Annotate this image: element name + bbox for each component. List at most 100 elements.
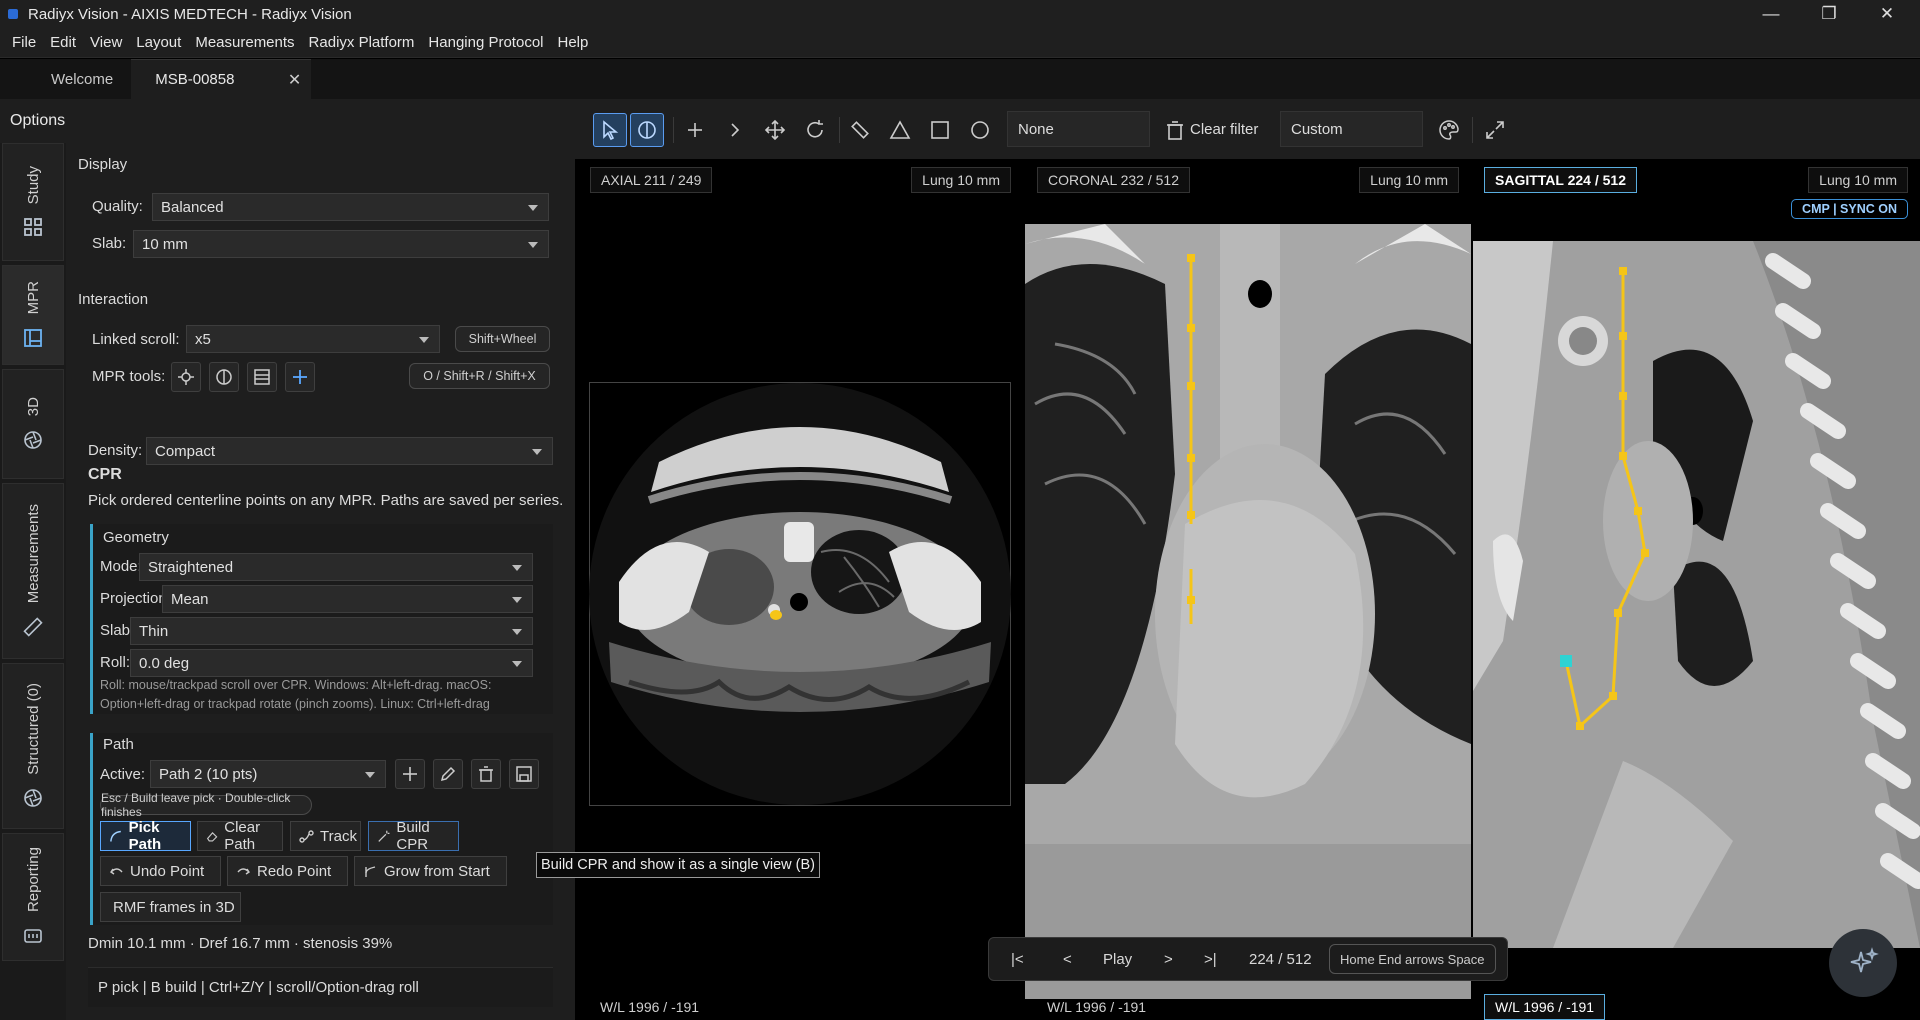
menu-measurements[interactable]: Measurements	[195, 34, 294, 51]
ai-assistant-button[interactable]	[1829, 929, 1897, 997]
slab-tool-button[interactable]	[247, 362, 277, 392]
trash-icon	[479, 766, 493, 782]
coronal-label: CORONAL 232 / 512	[1037, 167, 1190, 193]
rail-tab-mpr[interactable]: MPR	[2, 265, 64, 365]
grow-from-start-button[interactable]: Grow from Start	[354, 856, 507, 886]
rmf-frames-button[interactable]: RMF frames in 3D	[100, 892, 241, 922]
projection-label: Projection:	[100, 590, 171, 607]
next-frame-button[interactable]: >	[1164, 951, 1173, 968]
coronal-window: Lung 10 mm	[1359, 167, 1459, 193]
build-cpr-button[interactable]: Build CPR	[368, 819, 459, 853]
crosshair-tool[interactable]	[678, 113, 712, 147]
path-hint: Esc / Build leave pick · Double-click fi…	[100, 791, 312, 819]
first-frame-button[interactable]: |<	[1011, 951, 1024, 968]
crosshair-icon	[178, 369, 194, 385]
menu-view[interactable]: View	[90, 34, 122, 51]
sagittal-view[interactable]: SAGITTAL 224 / 512 Lung 10 mm CMP | SYNC…	[1473, 159, 1920, 1020]
linked-scroll-select[interactable]: x5	[186, 325, 440, 353]
menu-help[interactable]: Help	[558, 34, 589, 51]
clear-path-button[interactable]: Clear Path	[197, 819, 283, 853]
axial-window: Lung 10 mm	[911, 167, 1011, 193]
prev-frame-button[interactable]: <	[1063, 951, 1072, 968]
clear-filter-button[interactable]: Clear filter	[1190, 121, 1258, 138]
menu-radiyx-platform[interactable]: Radiyx Platform	[309, 34, 415, 51]
rail-tab-study[interactable]: Study	[2, 143, 64, 261]
minimize-icon: —	[1762, 4, 1780, 23]
minimize-button[interactable]: —	[1742, 0, 1800, 28]
oblique-tool-button[interactable]	[209, 362, 239, 392]
ellipse-tool[interactable]	[963, 113, 997, 147]
menu-file[interactable]: File	[12, 34, 36, 51]
tab-study[interactable]: MSB-00858 ✕	[131, 59, 312, 99]
axial-view[interactable]: AXIAL 211 / 249 Lung 10 mm W/L 1996 / -1…	[577, 159, 1023, 1020]
rename-path-button[interactable]	[433, 759, 463, 789]
redo-point-button[interactable]: Redo Point	[227, 856, 348, 886]
grow-from-start-label: Grow from Start	[384, 862, 490, 880]
roll-label: Roll:	[100, 654, 131, 671]
rail-tab-label: Measurements	[24, 504, 42, 604]
pick-path-label: Pick Path	[128, 819, 162, 853]
mode-select[interactable]: Straightened	[139, 553, 533, 581]
select-tool[interactable]	[593, 113, 627, 147]
track-icon	[299, 829, 314, 843]
layout-icon	[24, 328, 42, 347]
menu-hanging-protocol[interactable]: Hanging Protocol	[428, 34, 543, 51]
restore-button[interactable]: ❐	[1800, 0, 1858, 28]
add-tool-button[interactable]	[285, 362, 315, 392]
half-circle-icon	[216, 369, 232, 385]
palette-button[interactable]	[1432, 113, 1466, 147]
save-path-button[interactable]	[509, 759, 539, 789]
save-icon	[516, 766, 532, 782]
undo-point-label: Undo Point	[130, 862, 205, 880]
last-frame-button[interactable]: >|	[1204, 951, 1217, 968]
rail-tab-measurements[interactable]: Measurements	[2, 483, 64, 659]
crosshair-tool-button[interactable]	[171, 362, 201, 392]
slab-select[interactable]: 10 mm	[133, 230, 549, 258]
filter-select[interactable]: None	[1007, 111, 1150, 147]
projection-select[interactable]: Mean	[162, 585, 533, 613]
tab-bar: Welcome MSB-00858 ✕	[0, 59, 1920, 99]
ruler-tool[interactable]	[843, 113, 877, 147]
add-path-button[interactable]	[395, 759, 425, 789]
roll-note-line1: Roll: mouse/trackpad scroll over CPR. Wi…	[100, 678, 492, 692]
rotate-tool[interactable]	[798, 113, 832, 147]
quality-select[interactable]: Balanced	[152, 193, 549, 221]
coronal-view[interactable]: CORONAL 232 / 512 Lung 10 mm W/L 1996 / …	[1025, 159, 1471, 1020]
mpr-mode-tool[interactable]	[630, 113, 664, 147]
quality-label: Quality:	[92, 198, 143, 215]
rail-tab-structured[interactable]: Structured (0)	[2, 663, 64, 829]
rail-tab-3d[interactable]: 3D	[2, 369, 64, 479]
menu-layout[interactable]: Layout	[136, 34, 181, 51]
menu-edit[interactable]: Edit	[50, 34, 76, 51]
undo-point-button[interactable]: Undo Point	[100, 856, 221, 886]
active-path-select[interactable]: Path 2 (10 pts)	[150, 760, 386, 788]
pan-tool[interactable]	[758, 113, 792, 147]
sparkle-icon	[1850, 947, 1879, 973]
close-tab-icon[interactable]: ✕	[288, 70, 301, 90]
options-panel: Options Study MPR 3D Measurements Struct…	[0, 99, 575, 1020]
close-window-button[interactable]: ✕	[1858, 0, 1916, 28]
tab-welcome-label: Welcome	[51, 70, 114, 88]
cpr-slab-select[interactable]: Thin	[130, 617, 533, 645]
title-bar: Radiyx Vision - AIXIS MEDTECH - Radiyx V…	[0, 0, 1920, 28]
roll-spinbox[interactable]: 0.0 deg	[130, 649, 533, 677]
mpr-tools-label: MPR tools:	[92, 368, 166, 385]
track-button[interactable]: Track	[290, 821, 361, 851]
sagittal-ct-image	[1473, 241, 1920, 948]
sync-badge[interactable]: CMP | SYNC ON	[1791, 199, 1908, 219]
geometry-title: Geometry	[103, 529, 169, 546]
tab-study-label: MSB-00858	[155, 71, 235, 88]
delete-path-button[interactable]	[471, 759, 501, 789]
next-tool[interactable]	[718, 113, 752, 147]
tab-welcome[interactable]: Welcome	[0, 59, 131, 99]
preset-select[interactable]: Custom	[1280, 111, 1423, 147]
density-select[interactable]: Compact	[146, 437, 553, 465]
pick-path-button[interactable]: Pick Path	[100, 819, 191, 853]
angle-tool[interactable]	[883, 113, 917, 147]
maximize-view-button[interactable]	[1478, 113, 1512, 147]
mpr-options: Display Quality: Balanced Slab: 10 mm In…	[66, 143, 575, 1020]
geometry-section: Geometry Mode: Straightened Projection: …	[90, 524, 553, 714]
rectangle-tool[interactable]	[923, 113, 957, 147]
play-button[interactable]: Play	[1103, 951, 1132, 968]
rail-tab-reporting[interactable]: Reporting	[2, 833, 64, 961]
